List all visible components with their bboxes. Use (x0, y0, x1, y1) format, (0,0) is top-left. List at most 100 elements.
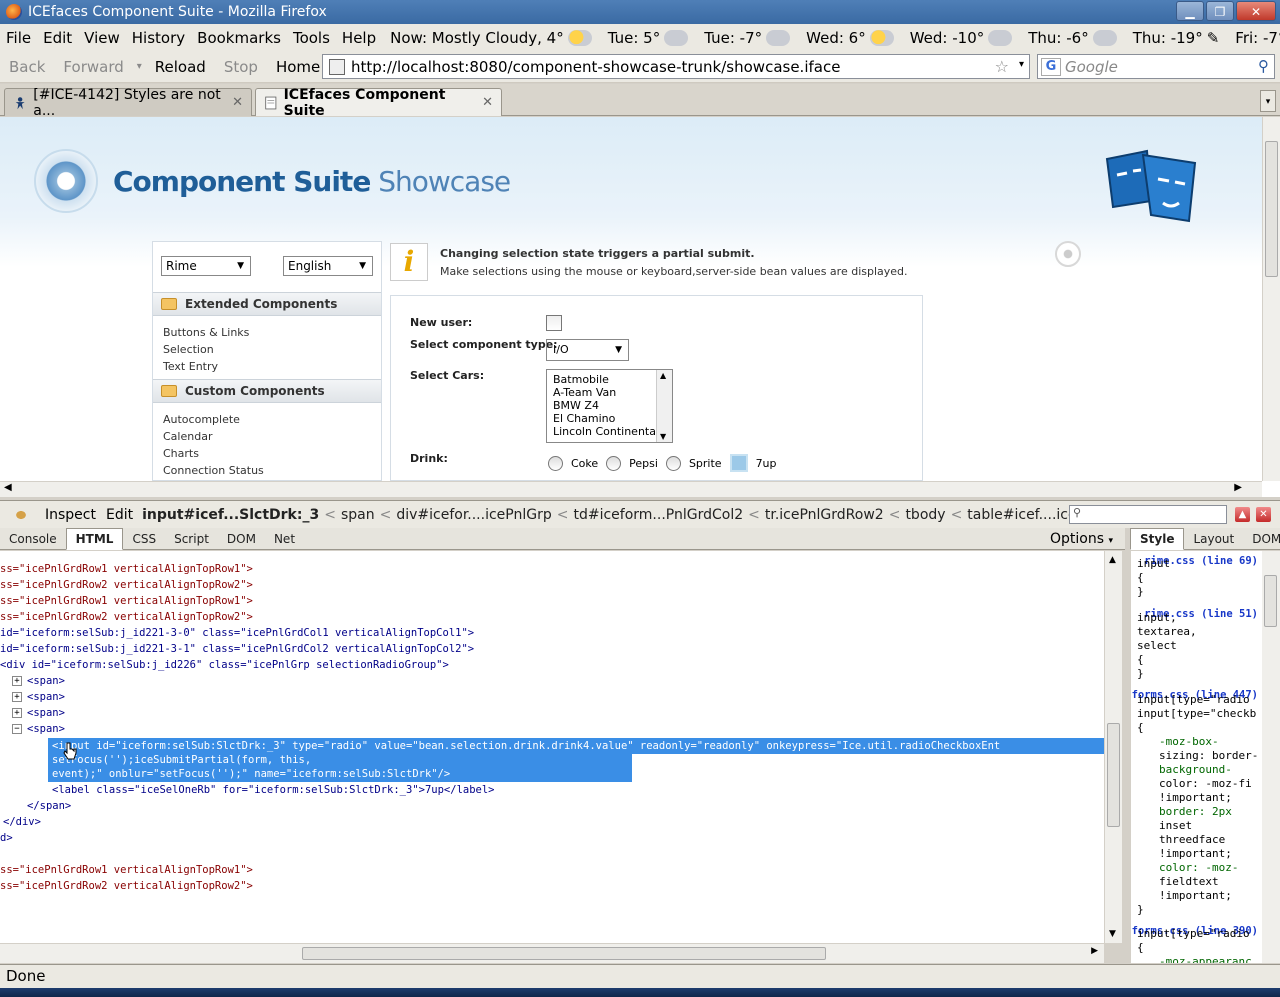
tab-net[interactable]: Net (265, 529, 304, 549)
weather-forecast[interactable]: Thu: -6° (1020, 29, 1124, 47)
code-line[interactable]: <span> (27, 705, 65, 721)
css-line[interactable]: } (1137, 903, 1144, 917)
breadcrumb-item[interactable]: tr.icePnlGrdRow2 (761, 507, 888, 523)
css-line[interactable]: input, (1137, 611, 1177, 625)
history-dropdown-icon[interactable]: ▾ (133, 61, 146, 72)
nav-link-text-entry[interactable]: Text Entry (163, 360, 218, 373)
menu-bookmarks[interactable]: Bookmarks (191, 29, 287, 47)
code-line[interactable]: <span> (27, 721, 65, 737)
code-line[interactable]: <span> (27, 673, 65, 689)
tab-side-dom[interactable]: DOM (1243, 529, 1280, 549)
tab-jira-issue[interactable]: [#ICE-4142] Styles are not a... ✕ (4, 87, 252, 119)
radio-7up-highlighted[interactable] (729, 454, 748, 472)
page-horizontal-scrollbar[interactable]: ◀ ▶ (0, 481, 1262, 497)
weather-forecast[interactable]: Tue: 5° (600, 29, 697, 47)
css-line[interactable]: sizing: border- (1159, 749, 1258, 763)
url-dropdown-icon[interactable]: ▾ (1019, 59, 1024, 70)
css-line[interactable]: -moz-appearanc (1159, 955, 1252, 963)
code-line-selected[interactable]: event);" onblur="setFocus('');" name="ic… (52, 766, 450, 782)
search-icon[interactable]: ⚲ (1258, 57, 1269, 75)
code-line[interactable]: ss="icePnlGrdRow2 verticalAlignTopRow2"> (0, 878, 253, 894)
code-line[interactable]: <div id="iceform:selSub:j_id226" class="… (0, 657, 449, 673)
breadcrumb-item[interactable]: span (337, 507, 379, 523)
css-line[interactable]: { (1137, 721, 1144, 735)
new-user-checkbox[interactable] (546, 315, 562, 331)
tab-console[interactable]: Console (0, 529, 66, 549)
css-line[interactable]: !important; (1159, 847, 1232, 861)
radio-sprite[interactable] (665, 455, 681, 471)
code-line[interactable]: ss="icePnlGrdRow1 verticalAlignTopRow1"> (0, 862, 253, 878)
theme-select[interactable]: Rime ▼ (161, 256, 251, 276)
reload-button[interactable]: Reload (146, 58, 215, 76)
google-engine-icon[interactable]: G (1041, 57, 1061, 76)
css-line[interactable]: fieldtext (1159, 875, 1219, 889)
inspect-button[interactable]: Inspect (40, 507, 101, 523)
css-line[interactable]: { (1137, 941, 1144, 955)
css-line[interactable]: input (1137, 557, 1170, 571)
edit-button[interactable]: Edit (101, 507, 138, 523)
breadcrumb-item[interactable]: td#iceform...PnlGrdCol2 (569, 507, 747, 523)
weather-forecast[interactable]: Thu: -19° ✎ (1125, 29, 1228, 47)
tab-dom[interactable]: DOM (218, 529, 265, 549)
css-line[interactable]: input[type="radio (1137, 927, 1250, 941)
nav-link-buttons-links[interactable]: Buttons & Links (163, 326, 249, 339)
expand-icon[interactable]: + (12, 676, 22, 686)
stop-button[interactable]: Stop (215, 58, 267, 76)
css-line[interactable]: textarea, (1137, 625, 1197, 639)
breadcrumb-item[interactable]: tbody (901, 507, 949, 523)
css-line[interactable]: color: -moz- (1159, 861, 1238, 875)
category-custom-components[interactable]: Custom Components (153, 379, 381, 403)
tab-layout[interactable]: Layout (1184, 529, 1243, 549)
list-item[interactable]: BMW Z4 (553, 399, 672, 412)
menu-help[interactable]: Help (336, 29, 382, 47)
code-line[interactable]: id="iceform:selSub:j_id221-3-0" class="i… (0, 625, 474, 641)
tab-css[interactable]: CSS (123, 529, 165, 549)
weather-forecast[interactable]: Wed: 6° (798, 29, 902, 47)
nav-link-connection-status[interactable]: Connection Status (163, 464, 264, 477)
css-line[interactable]: inset (1159, 819, 1192, 833)
forward-button[interactable]: Forward (54, 58, 132, 76)
nav-link-selection[interactable]: Selection (163, 343, 214, 356)
code-line[interactable]: ss="icePnlGrdRow1 verticalAlignTopRow1"> (0, 593, 253, 609)
options-menu[interactable]: Options ▾ (1050, 531, 1113, 547)
css-line[interactable]: } (1137, 585, 1144, 599)
css-line[interactable]: input[type="checkb (1137, 707, 1256, 721)
css-line[interactable]: { (1137, 571, 1144, 585)
list-item[interactable]: Batmobile (553, 373, 672, 386)
scrollbar-thumb[interactable] (1264, 575, 1277, 627)
css-line[interactable]: border: 2px (1159, 805, 1232, 819)
code-line[interactable]: <span> (27, 689, 65, 705)
menu-view[interactable]: View (78, 29, 126, 47)
expand-icon[interactable]: + (12, 692, 22, 702)
language-select[interactable]: English ▼ (283, 256, 373, 276)
code-line[interactable]: ss="icePnlGrdRow2 verticalAlignTopRow2"> (0, 577, 253, 593)
list-item[interactable]: Lincoln Continental (553, 425, 672, 438)
css-line[interactable]: !important; (1159, 889, 1232, 903)
list-item[interactable]: El Chamino (553, 412, 672, 425)
search-box[interactable]: G Google ⚲ (1037, 54, 1275, 79)
weather-forecast[interactable]: Fri: -7° (1227, 29, 1280, 47)
code-line[interactable]: </div> (3, 814, 41, 830)
radio-pepsi[interactable] (606, 455, 622, 471)
component-type-select[interactable]: I/O ▼ (546, 339, 629, 361)
html-horizontal-scrollbar[interactable]: ▶ (0, 943, 1104, 963)
close-tab-icon[interactable]: ✕ (232, 95, 243, 110)
tab-html[interactable]: HTML (65, 528, 124, 550)
collapse-icon[interactable]: − (12, 724, 22, 734)
scrollbar-thumb[interactable] (1107, 723, 1120, 827)
maximize-button[interactable]: ❐ (1206, 1, 1234, 21)
menu-tools[interactable]: Tools (287, 29, 336, 47)
css-line[interactable]: input[type="radio (1137, 693, 1250, 707)
code-line[interactable]: </span> (27, 798, 71, 814)
firebug-minimize-button[interactable]: ▲ (1235, 507, 1250, 522)
firebug-icon[interactable] (10, 505, 32, 524)
page-vertical-scrollbar[interactable] (1262, 117, 1280, 481)
scrollbar-thumb[interactable] (1265, 141, 1278, 277)
close-window-button[interactable]: ✕ (1236, 1, 1276, 21)
nav-link-charts[interactable]: Charts (163, 447, 199, 460)
weather-forecast[interactable]: Wed: -10° (902, 29, 1021, 47)
weather-now[interactable]: Now: Mostly Cloudy, 4° (382, 29, 600, 47)
expand-icon[interactable]: + (12, 708, 22, 718)
home-button[interactable]: Home (267, 58, 329, 76)
code-line[interactable]: id="iceform:selSub:j_id221-3-1" class="i… (0, 641, 474, 657)
